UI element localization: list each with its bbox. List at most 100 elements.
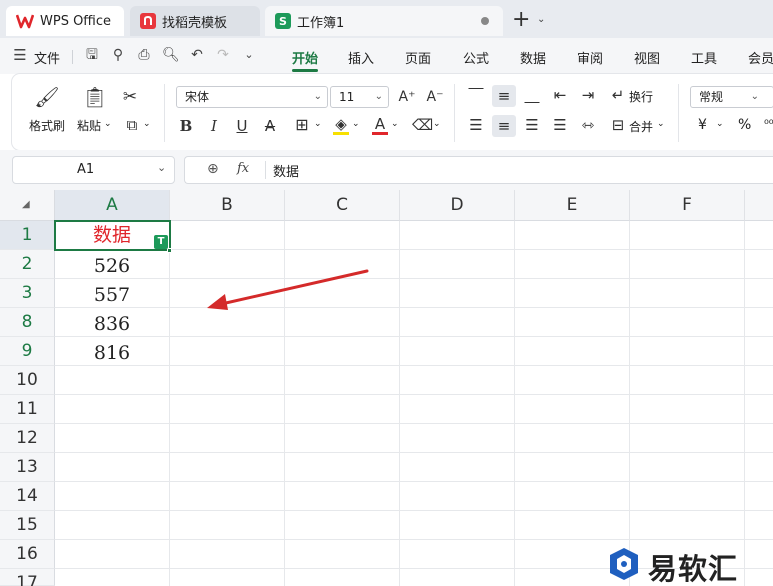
column-header-c[interactable]: C [285,190,400,221]
row-header-12[interactable]: 12 [0,424,55,453]
row-header-8[interactable]: 8 [0,308,55,337]
menu-data[interactable]: 数据 [520,48,546,67]
wrap-text-label[interactable]: 换行 [629,88,653,105]
distributed-align-icon[interactable]: ⇿ [579,116,597,134]
copy-icon[interactable]: ⧉ [122,116,142,134]
align-middle-button[interactable]: ≡ [492,85,516,107]
row-header-10[interactable]: 10 [0,366,55,395]
tab-workbook[interactable]: S 工作簿1 [265,6,503,36]
fill-color-icon[interactable]: ◈ [332,115,350,133]
paste-icon[interactable]: 📋︎ [82,86,108,108]
menu-file[interactable]: 文件 [34,48,60,67]
clear-chevron-icon[interactable]: ⌄ [433,119,441,129]
fill-handle[interactable] [167,248,172,253]
strikethrough-icon[interactable]: A [262,117,278,135]
column-header-e[interactable]: E [515,190,630,221]
redo-icon[interactable]: ↷ [215,47,231,63]
copy-chevron-icon[interactable]: ⌄ [143,119,151,129]
filter-badge-icon[interactable]: T [154,235,168,249]
increase-font-icon[interactable]: A⁺ [398,88,416,106]
percent-format-button[interactable]: % [738,117,751,133]
align-top-icon[interactable]: ⎺ [467,86,485,104]
font-name-select[interactable]: 宋体 ⌄ [176,86,328,108]
row-header-16[interactable]: 16 [0,540,55,569]
row-header-2[interactable]: 2 [0,250,55,279]
menu-review[interactable]: 审阅 [577,48,603,67]
underline-icon[interactable]: U [234,117,250,135]
font-color-icon[interactable]: A [372,115,388,133]
merge-cells-label[interactable]: 合并 [629,118,653,135]
borders-icon[interactable]: ⊞ [292,116,312,134]
wrap-text-icon[interactable]: ↵ [609,86,627,104]
menu-formula[interactable]: 公式 [463,48,489,67]
row-header-14[interactable]: 14 [0,482,55,511]
paste-chevron-icon[interactable]: ⌄ [104,119,112,129]
tab-docer-templates[interactable]: 找稻壳模板 [130,6,260,36]
cell-a2[interactable]: 526 [55,250,169,279]
undo-icon[interactable]: ↶ [189,47,205,63]
clear-format-eraser-icon[interactable]: ⌫ [412,116,433,134]
name-box[interactable]: A1 ⌄ [12,156,175,184]
menu-tools[interactable]: 工具 [691,48,717,67]
row-header-15[interactable]: 15 [0,511,55,540]
align-bottom-icon[interactable]: ⎽ [523,86,541,104]
cut-icon[interactable]: ✂ [120,88,140,106]
row-header-9[interactable]: 9 [0,337,55,366]
align-right-icon[interactable]: ☰ [523,116,541,134]
fill-chevron-icon[interactable]: ⌄ [352,119,360,129]
row-header-1[interactable]: 1 [0,221,55,250]
increase-indent-icon[interactable]: ⇥ [579,86,597,104]
column-header-b[interactable]: B [170,190,285,221]
paste-label[interactable]: 粘贴 [77,117,101,134]
cell-a8[interactable]: 836 [55,308,169,337]
column-header-a[interactable]: A [55,190,170,221]
row-header-17[interactable]: 17 [0,569,55,586]
currency-format-button[interactable]: ¥ [698,117,707,133]
format-painter-label[interactable]: 格式刷 [29,117,65,134]
unsaved-dot-icon[interactable] [481,17,489,25]
menu-home[interactable]: 开始 [292,48,318,67]
share-link-icon[interactable]: ⚲ [110,47,126,63]
decrease-indent-icon[interactable]: ⇤ [551,86,569,104]
font-color-chevron-icon[interactable]: ⌄ [391,119,399,129]
cell-a3[interactable]: 557 [55,279,169,308]
menu-page[interactable]: 页面 [405,48,431,67]
select-all-corner[interactable]: ◢ [0,190,55,221]
align-left-icon[interactable]: ☰ [467,116,485,134]
new-tab-plus-icon[interactable]: + [512,8,530,32]
column-header-f[interactable]: F [630,190,745,221]
column-header-d[interactable]: D [400,190,515,221]
tab-wps-office[interactable]: WPS Office [6,6,124,36]
comma-style-icon[interactable]: ⁰⁰ [764,117,773,131]
decrease-font-icon[interactable]: A⁻ [426,88,444,106]
column-header-g[interactable] [745,190,773,221]
menu-view[interactable]: 视图 [634,48,660,67]
spreadsheet-grid[interactable]: ◢ A B C D E F 1 2 3 8 9 10 11 12 13 14 1… [0,190,773,586]
justify-icon[interactable]: ☰ [551,116,569,134]
format-painter-icon[interactable]: 🖌︎ [34,86,60,108]
tab-list-chevron-icon[interactable]: ⌄ [537,14,545,25]
formula-input[interactable]: ⊕ fx 数据 [184,156,773,184]
bold-icon[interactable]: B [178,117,194,135]
row-header-11[interactable]: 11 [0,395,55,424]
font-size-select[interactable]: 11 ⌄ [330,86,389,108]
currency-chevron-icon[interactable]: ⌄ [716,119,724,129]
borders-chevron-icon[interactable]: ⌄ [314,119,322,129]
merge-chevron-icon[interactable]: ⌄ [657,119,665,129]
align-center-button[interactable]: ≡ [492,115,516,137]
menu-insert[interactable]: 插入 [348,48,374,67]
fx-function-icon[interactable]: fx [237,161,249,176]
print-preview-icon[interactable]: 🔍︎ [162,47,180,63]
zoom-search-icon[interactable]: ⊕ [207,161,219,177]
hamburger-menu-icon[interactable]: ☰ [12,47,28,63]
row-header-3[interactable]: 3 [0,279,55,308]
row-header-13[interactable]: 13 [0,453,55,482]
number-format-select[interactable]: 常规 ⌄ [690,86,773,108]
print-icon[interactable]: ⎙ [136,47,152,63]
cell-a9[interactable]: 816 [55,337,169,366]
save-icon[interactable]: 🖫 [84,47,100,63]
menu-member[interactable]: 会员 [748,48,773,67]
quick-access-chevron-icon[interactable]: ⌄ [241,47,257,63]
italic-icon[interactable]: I [206,117,222,135]
merge-cells-icon[interactable]: ⊟ [609,116,627,134]
